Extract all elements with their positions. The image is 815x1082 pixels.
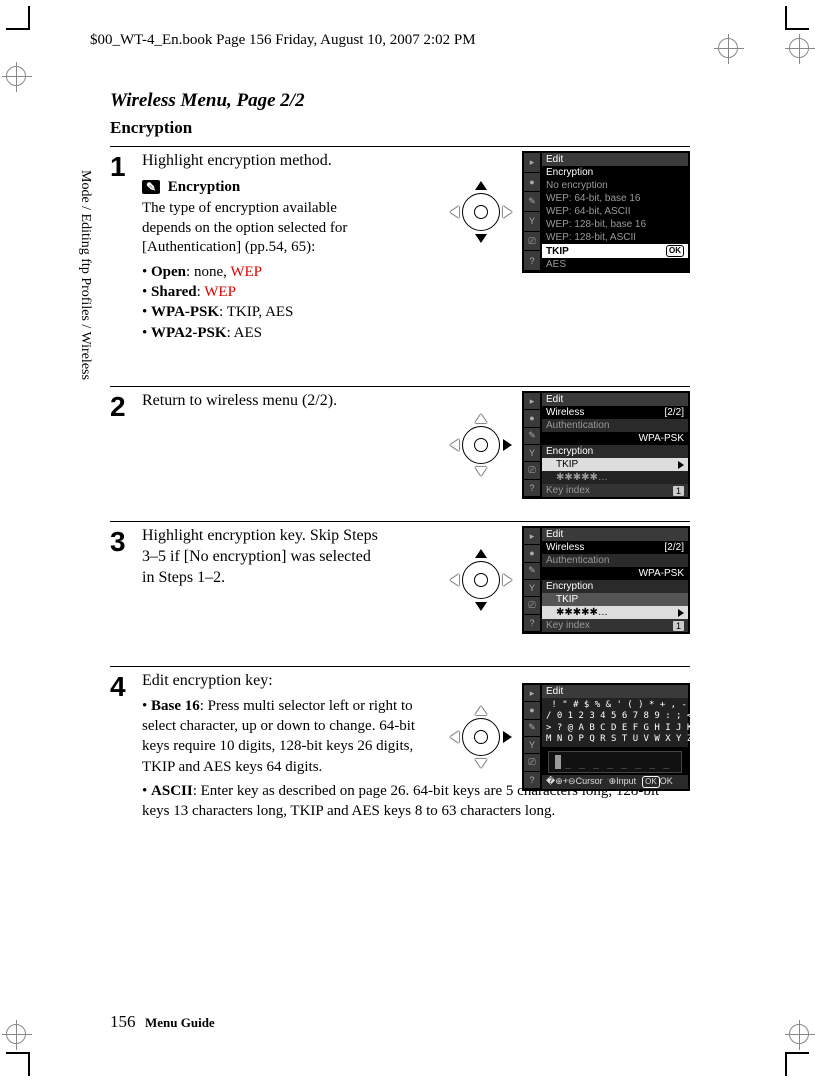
dpad-icon: [452, 708, 510, 766]
callout-title: Encryption: [168, 179, 241, 195]
registration-target-icon: [718, 38, 738, 58]
list-item: Base 16: Press multi selector left or ri…: [142, 696, 422, 777]
pencil-icon: ✎: [142, 180, 160, 194]
camera-screen: ▸●✎Y⎚? Edit Wireless[2/2] Authentication…: [522, 526, 690, 634]
step-text: Highlight encryption key. Skip Steps 3–5…: [142, 526, 382, 588]
step-number: 1: [110, 151, 142, 181]
camera-screen: ▸●✎Y⎚? Edit Wireless[2/2] Authentication…: [522, 391, 690, 499]
dpad-icon: [452, 183, 510, 241]
side-tab-label: Mode / Editing ftp Profiles / Wireless: [77, 170, 93, 380]
list-item: WPA-PSK: TKIP, AES: [142, 302, 382, 322]
dpad-icon: [452, 416, 510, 474]
callout-body: The type of encryption available depends…: [142, 199, 382, 258]
step-text: Return to wireless menu (2/2).: [142, 391, 382, 412]
step-number: 4: [110, 671, 142, 701]
step-number: 3: [110, 526, 142, 556]
page-footer: 156 Menu Guide: [110, 1012, 215, 1032]
dpad-icon: [452, 551, 510, 609]
registration-target-icon: [789, 1024, 809, 1044]
list-item: Open: none, WEP: [142, 262, 382, 282]
section-title: Wireless Menu, Page 2/2: [110, 90, 690, 112]
list-item: Shared: WEP: [142, 282, 382, 302]
registration-target-icon: [6, 66, 26, 86]
camera-screen: ▸●✎Y⎚? Edit ! " # $ % & ' ( ) * + , - . …: [522, 683, 690, 791]
running-header: $00_WT-4_En.book Page 156 Friday, August…: [90, 32, 476, 49]
section-subtitle: Encryption: [110, 118, 690, 138]
list-item: WPA2-PSK: AES: [142, 323, 382, 343]
step-text: Highlight encryption method.: [142, 151, 382, 172]
registration-target-icon: [789, 38, 809, 58]
registration-target-icon: [6, 1024, 26, 1044]
step-number: 2: [110, 391, 142, 421]
camera-screen: ▸●✎Y⎚? Edit Encryption No encryption WEP…: [522, 151, 690, 273]
